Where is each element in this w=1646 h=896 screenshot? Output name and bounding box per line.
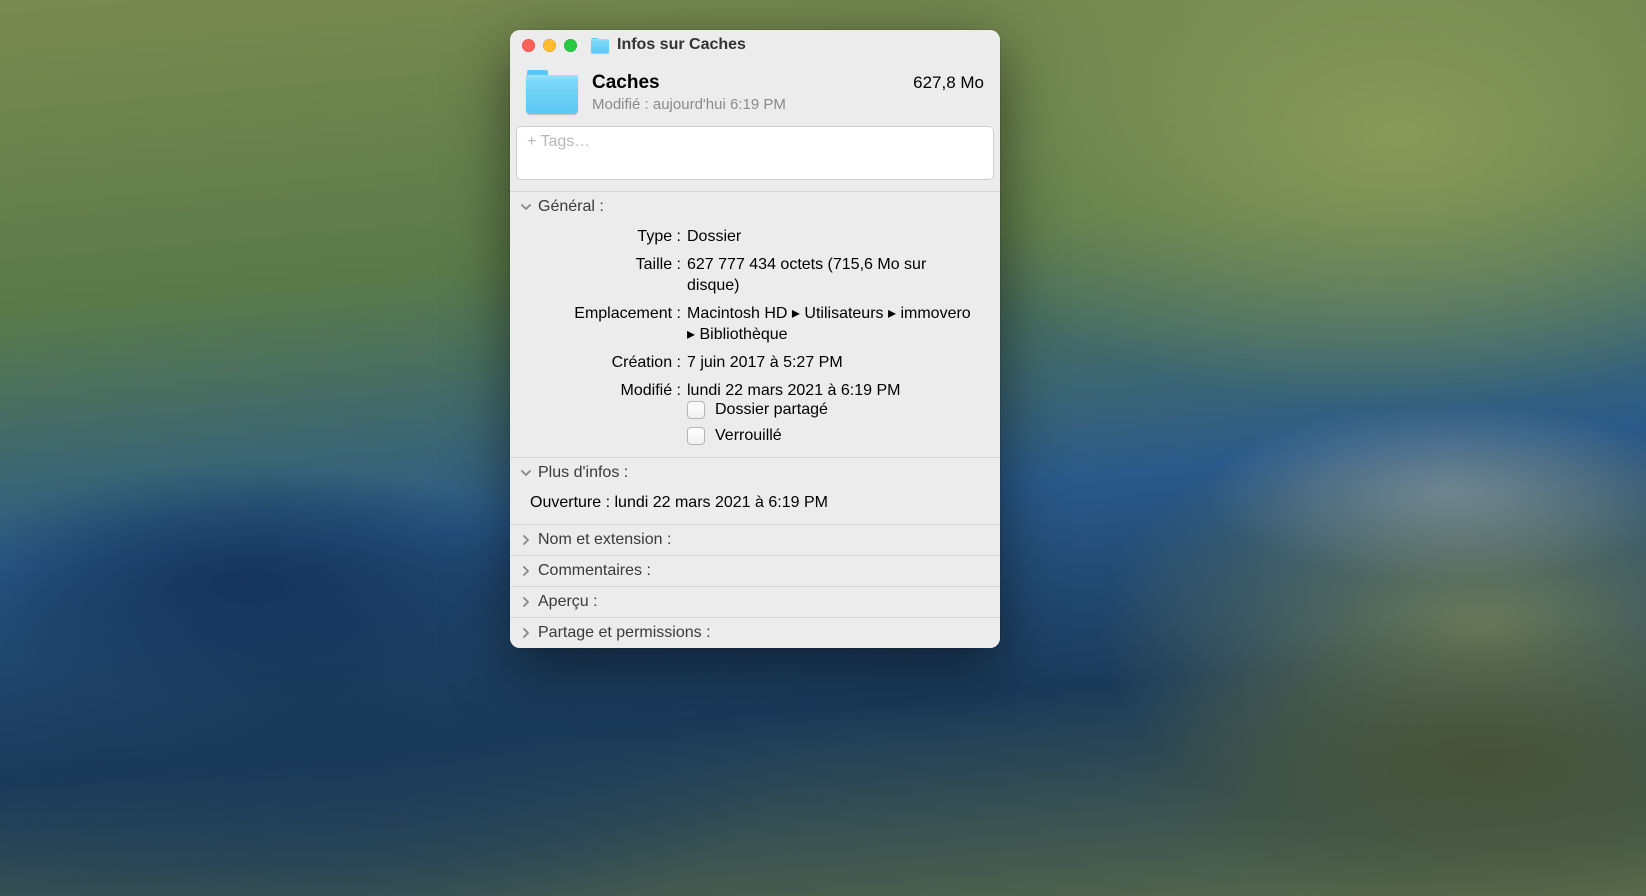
section-title: Plus d'infos : xyxy=(538,464,628,482)
locked-checkbox[interactable] xyxy=(687,427,705,445)
section-header-name-extension[interactable]: Nom et extension : xyxy=(510,525,1000,555)
close-window-button[interactable] xyxy=(522,39,535,52)
file-size: 627,8 Mo xyxy=(913,73,984,93)
modified-label: Modifié : xyxy=(526,380,681,402)
shared-folder-label: Dossier partagé xyxy=(715,401,828,419)
modified-label: Modifié : xyxy=(592,96,649,113)
modified-value: aujourd'hui 6:19 PM xyxy=(653,96,786,113)
chevron-right-icon xyxy=(520,565,532,577)
chevron-down-icon xyxy=(520,201,532,213)
shared-folder-row: Dossier partagé xyxy=(526,401,984,419)
created-label: Création : xyxy=(526,352,681,374)
section-name-extension: Nom et extension : xyxy=(510,524,1000,555)
location-value: Macintosh HD ▸ Utilisateurs ▸ immovero ▸… xyxy=(687,303,984,346)
size-label: Taille : xyxy=(526,254,681,297)
chevron-right-icon xyxy=(520,596,532,608)
locked-label: Verrouillé xyxy=(715,427,782,445)
chevron-down-icon xyxy=(520,467,532,479)
folder-icon xyxy=(591,38,609,53)
section-preview: Aperçu : xyxy=(510,586,1000,617)
type-label: Type : xyxy=(526,226,681,248)
section-header-general[interactable]: Général : xyxy=(510,192,1000,222)
type-value: Dossier xyxy=(687,226,984,248)
chevron-right-icon xyxy=(520,627,532,639)
opened-value: lundi 22 mars 2021 à 6:19 PM xyxy=(614,494,827,511)
section-title: Général : xyxy=(538,198,604,216)
modified-summary: Modifié : aujourd'hui 6:19 PM xyxy=(592,96,984,113)
section-header-comments[interactable]: Commentaires : xyxy=(510,556,1000,586)
section-title: Nom et extension : xyxy=(538,531,671,549)
section-general: Général : Type : Dossier Taille : 627 77… xyxy=(510,191,1000,457)
last-opened-row: Ouverture : lundi 22 mars 2021 à 6:19 PM xyxy=(530,494,984,512)
section-title: Partage et permissions : xyxy=(538,624,711,642)
chevron-right-icon xyxy=(520,534,532,546)
size-value: 627 777 434 octets (715,6 Mo sur disque) xyxy=(687,254,984,297)
tags-input[interactable] xyxy=(516,126,994,180)
window-titlebar[interactable]: Infos sur Caches xyxy=(510,30,1000,60)
locked-row: Verrouillé xyxy=(526,427,984,445)
location-label: Emplacement : xyxy=(526,303,681,346)
file-summary: Caches 627,8 Mo Modifié : aujourd'hui 6:… xyxy=(510,60,1000,126)
window-title-area: Infos sur Caches xyxy=(591,36,746,54)
file-name: Caches xyxy=(592,72,660,94)
zoom-window-button[interactable] xyxy=(564,39,577,52)
section-title: Aperçu : xyxy=(538,593,598,611)
opened-label: Ouverture : xyxy=(530,494,610,511)
modified-value: lundi 22 mars 2021 à 6:19 PM xyxy=(687,380,984,402)
section-header-more-info[interactable]: Plus d'infos : xyxy=(510,458,1000,488)
section-title: Commentaires : xyxy=(538,562,651,580)
section-comments: Commentaires : xyxy=(510,555,1000,586)
traffic-lights xyxy=(522,39,577,52)
section-more-info: Plus d'infos : Ouverture : lundi 22 mars… xyxy=(510,457,1000,524)
minimize-window-button[interactable] xyxy=(543,39,556,52)
tags-field-row xyxy=(510,126,1000,191)
shared-folder-checkbox[interactable] xyxy=(687,401,705,419)
section-header-preview[interactable]: Aperçu : xyxy=(510,587,1000,617)
window-title: Infos sur Caches xyxy=(617,36,746,54)
get-info-window: Infos sur Caches Caches 627,8 Mo Modifié… xyxy=(510,30,1000,648)
created-value: 7 juin 2017 à 5:27 PM xyxy=(687,352,984,374)
section-header-sharing-permissions[interactable]: Partage et permissions : xyxy=(510,618,1000,648)
folder-icon xyxy=(526,70,578,114)
section-sharing-permissions: Partage et permissions : xyxy=(510,617,1000,648)
general-field-grid: Type : Dossier Taille : 627 777 434 octe… xyxy=(526,226,984,401)
